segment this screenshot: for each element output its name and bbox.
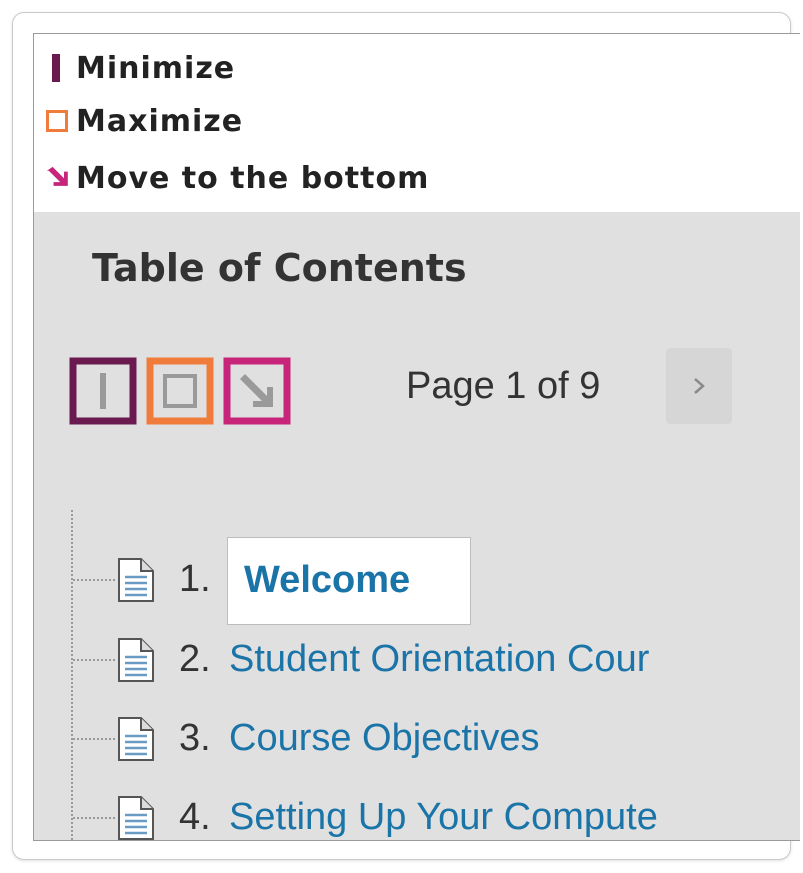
toc-item-2: 2. Student Orientation Cour [71,629,800,689]
minimize-button[interactable] [69,357,137,425]
toc-frame: Minimize Maximize Move to the bottom Tab… [33,33,800,841]
maximize-icon [46,110,68,132]
toc-item-1: 1. Welcome [71,537,800,625]
move-to-bottom-icon [46,166,68,186]
legend-label: Maximize [76,103,244,139]
toc-link-student-orientation[interactable]: Student Orientation Cour [229,635,649,683]
document-icon [118,638,154,682]
move-to-bottom-icon [223,357,291,425]
legend-label: Minimize [76,50,236,86]
tree-branch [73,738,115,740]
current-item-highlight: Welcome [227,537,471,625]
toc-link-welcome[interactable]: Welcome [244,556,410,604]
legend-item-maximize: Maximize [46,101,243,141]
document-icon [118,558,154,602]
legend-label: Move to the bottom [76,160,430,196]
chevron-right-icon [694,378,705,394]
maximize-icon [146,357,214,425]
minimize-icon [52,54,60,82]
toc-item-3: 3. Course Objectives [71,708,800,768]
item-number: 2. [179,638,211,680]
tree-branch [73,659,115,661]
tree-branch [73,579,115,581]
toc-title: Table of Contents [92,246,467,290]
next-page-button[interactable] [666,348,732,424]
document-icon [118,796,154,840]
toc-link-course-objectives[interactable]: Course Objectives [229,714,539,762]
icon-legend: Minimize Maximize Move to the bottom [34,34,800,212]
minimize-icon [69,357,137,425]
legend-item-minimize: Minimize [46,48,235,88]
toc-panel: Table of Contents Page 1 of 9 1. Welcome… [34,212,800,840]
legend-item-move-to-bottom: Move to the bottom [46,158,429,198]
item-number: 1. [179,558,211,600]
maximize-button[interactable] [146,357,214,425]
toc-link-setting-up-computer[interactable]: Setting Up Your Compute [229,793,658,840]
page-indicator: Page 1 of 9 [406,365,601,407]
item-number: 4. [179,796,211,838]
document-icon [118,717,154,761]
tree-branch [73,817,115,819]
item-number: 3. [179,717,211,759]
toc-item-4: 4. Setting Up Your Compute [71,787,800,840]
move-to-bottom-button[interactable] [223,357,291,425]
